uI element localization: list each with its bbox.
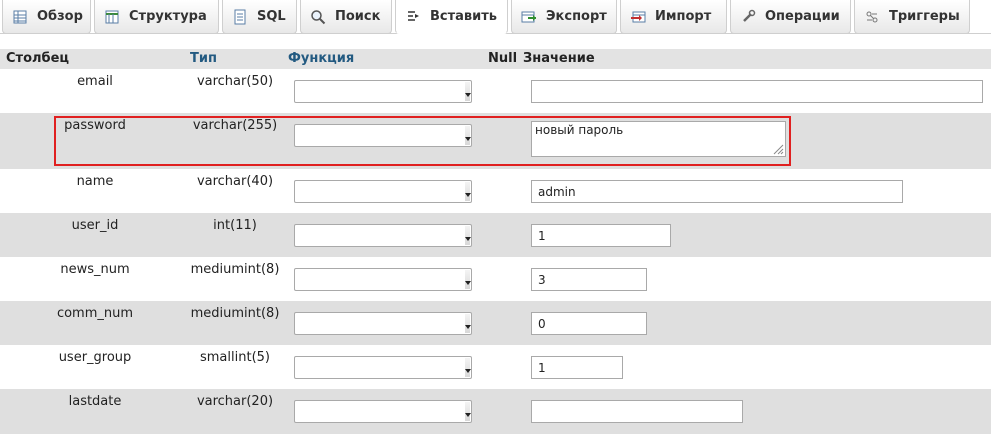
tab-triggers[interactable]: Триггеры xyxy=(854,0,970,34)
chevron-down-icon xyxy=(465,314,471,333)
table-row: news_num mediumint(8) 3 xyxy=(0,257,991,301)
column-name: password xyxy=(64,118,126,133)
table-row: comm_num mediumint(8) 0 xyxy=(0,301,991,345)
table-row: password varchar(255) новый пароль xyxy=(0,113,991,169)
column-name: email xyxy=(77,74,113,89)
tab-label: Импорт xyxy=(655,9,712,24)
table-browse-icon xyxy=(12,9,28,25)
value-input[interactable] xyxy=(531,80,983,103)
tab-browse[interactable]: Обзор xyxy=(2,0,91,34)
chevron-down-icon xyxy=(465,182,471,201)
column-type: varchar(20) xyxy=(196,394,274,409)
table-row: lastdate varchar(20) xyxy=(0,389,991,434)
value-input[interactable]: 1 xyxy=(531,224,671,247)
chevron-down-icon xyxy=(465,358,471,377)
tab-export[interactable]: Экспорт xyxy=(511,0,617,34)
column-type: varchar(50) xyxy=(196,74,274,89)
chevron-down-icon xyxy=(465,126,471,145)
header-type[interactable]: Тип xyxy=(190,51,217,66)
header-function[interactable]: Функция xyxy=(288,51,354,66)
value-input[interactable] xyxy=(531,400,743,423)
column-name: user_id xyxy=(71,218,119,233)
import-icon xyxy=(630,9,646,25)
sql-icon xyxy=(232,9,248,25)
triggers-icon xyxy=(864,9,880,25)
tab-import[interactable]: Импорт xyxy=(620,0,727,34)
table-row: user_id int(11) 1 xyxy=(0,213,991,257)
column-type: smallint(5) xyxy=(200,350,270,365)
column-type: varchar(255) xyxy=(192,118,278,133)
table-row: name varchar(40) admin xyxy=(0,169,991,213)
tab-search[interactable]: Поиск xyxy=(300,0,392,34)
tab-label: Обзор xyxy=(37,9,83,24)
tab-label: SQL xyxy=(257,9,286,24)
column-name: news_num xyxy=(60,262,130,277)
column-name: name xyxy=(76,174,114,189)
function-select[interactable] xyxy=(294,356,472,379)
header-value: Значение xyxy=(523,51,595,66)
table-row: user_group smallint(5) 1 xyxy=(0,345,991,389)
tab-bar: Обзор Структура SQL Поиск Вставить Экспо… xyxy=(0,0,991,34)
search-icon xyxy=(310,9,326,25)
tab-label: Структура xyxy=(129,9,207,24)
column-name: comm_num xyxy=(56,306,134,321)
tab-label: Экспорт xyxy=(546,9,607,24)
value-input[interactable]: 0 xyxy=(531,312,647,335)
value-input[interactable]: 1 xyxy=(531,356,623,379)
value-textarea[interactable]: новый пароль xyxy=(531,121,786,157)
chevron-down-icon xyxy=(465,226,471,245)
tab-label: Операции xyxy=(765,9,840,24)
function-select[interactable] xyxy=(294,180,472,203)
wrench-icon xyxy=(740,9,756,25)
tab-sql[interactable]: SQL xyxy=(222,0,297,34)
tab-structure[interactable]: Структура xyxy=(94,0,219,34)
chevron-down-icon xyxy=(465,82,471,101)
function-select[interactable] xyxy=(294,80,472,103)
chevron-down-icon xyxy=(465,270,471,289)
header-column: Столбец xyxy=(6,51,70,66)
table-header: Столбец Тип Функция Null Значение xyxy=(0,49,991,69)
column-name: lastdate xyxy=(68,394,122,409)
function-select[interactable] xyxy=(294,224,472,247)
tab-label: Поиск xyxy=(335,9,381,24)
textarea-value: новый пароль xyxy=(535,123,624,137)
tab-operations[interactable]: Операции xyxy=(730,0,851,34)
header-null: Null xyxy=(488,51,518,66)
tab-label: Вставить xyxy=(430,9,498,24)
column-type: int(11) xyxy=(213,218,257,233)
resize-grip-icon[interactable] xyxy=(773,144,784,155)
function-select[interactable] xyxy=(294,124,472,147)
value-input[interactable]: 3 xyxy=(531,268,647,291)
column-name: user_group xyxy=(58,350,132,365)
chevron-down-icon xyxy=(465,402,471,421)
export-icon xyxy=(521,9,537,25)
table-row: email varchar(50) xyxy=(0,69,991,113)
column-type: mediumint(8) xyxy=(190,262,280,277)
function-select[interactable] xyxy=(294,312,472,335)
function-select[interactable] xyxy=(294,268,472,291)
tab-insert[interactable]: Вставить xyxy=(395,0,508,34)
column-type: varchar(40) xyxy=(196,174,274,189)
value-input[interactable]: admin xyxy=(531,180,903,203)
column-type: mediumint(8) xyxy=(190,306,280,321)
function-select[interactable] xyxy=(294,400,472,423)
tab-label: Триггеры xyxy=(889,9,960,24)
structure-icon xyxy=(104,9,120,25)
insert-icon xyxy=(405,9,421,25)
